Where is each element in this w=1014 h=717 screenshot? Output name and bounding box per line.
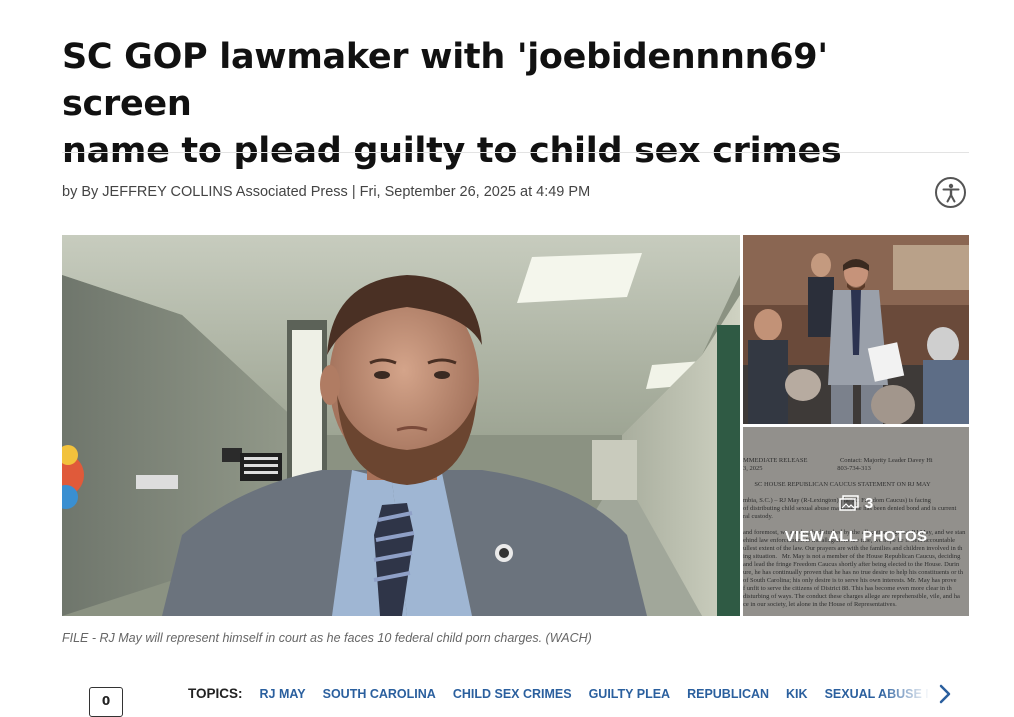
photo-caption: FILE - RJ May will represent himself in … (62, 631, 592, 645)
topic-link[interactable]: RJ MAY (260, 687, 306, 701)
accessibility-button[interactable] (935, 177, 966, 208)
gallery-thumbnail-chamber[interactable] (743, 235, 969, 424)
view-all-photos-label: VIEW ALL PHOTOS (784, 527, 928, 545)
photo-count-value: 3 (864, 494, 874, 512)
main-photo[interactable] (62, 235, 740, 616)
topic-link[interactable]: SOUTH CAROLINA (323, 687, 436, 701)
byline: by By JEFFREY COLLINS Associated Press |… (62, 184, 591, 200)
topic-link[interactable]: GUILTY PLEA (589, 687, 671, 701)
topics-fade (880, 680, 930, 710)
topics-next-button[interactable] (936, 683, 954, 705)
view-all-photos-overlay[interactable]: 3 VIEW ALL PHOTOS (743, 427, 969, 616)
main-photo-image (62, 235, 740, 616)
topic-link[interactable]: CHILD SEX CRIMES (453, 687, 572, 701)
topics-label: TOPICS: (188, 686, 243, 701)
header-divider (62, 152, 969, 153)
comment-count-button[interactable]: 0 (89, 687, 123, 717)
topic-link[interactable]: KIK (786, 687, 808, 701)
article-headline: SC GOP lawmaker with 'joebidennnn69' scr… (62, 34, 962, 175)
chamber-photo-image (743, 235, 969, 424)
photo-count: 3 (839, 495, 873, 512)
headline-line-2: name to plead guilty to child sex crimes (62, 131, 842, 171)
chevron-right-icon (939, 684, 951, 704)
gallery-thumbnail-document[interactable]: MMEDIATE RELEASE Contact: Majority Leade… (743, 427, 969, 616)
topic-link[interactable]: REPUBLICAN (687, 687, 769, 701)
topics-bar: TOPICS: RJ MAY SOUTH CAROLINA CHILD SEX … (188, 686, 928, 701)
headline-line-1: SC GOP lawmaker with 'joebidennnn69' scr… (62, 37, 828, 124)
accessibility-icon (942, 183, 959, 202)
photo-stack-icon (839, 495, 859, 511)
